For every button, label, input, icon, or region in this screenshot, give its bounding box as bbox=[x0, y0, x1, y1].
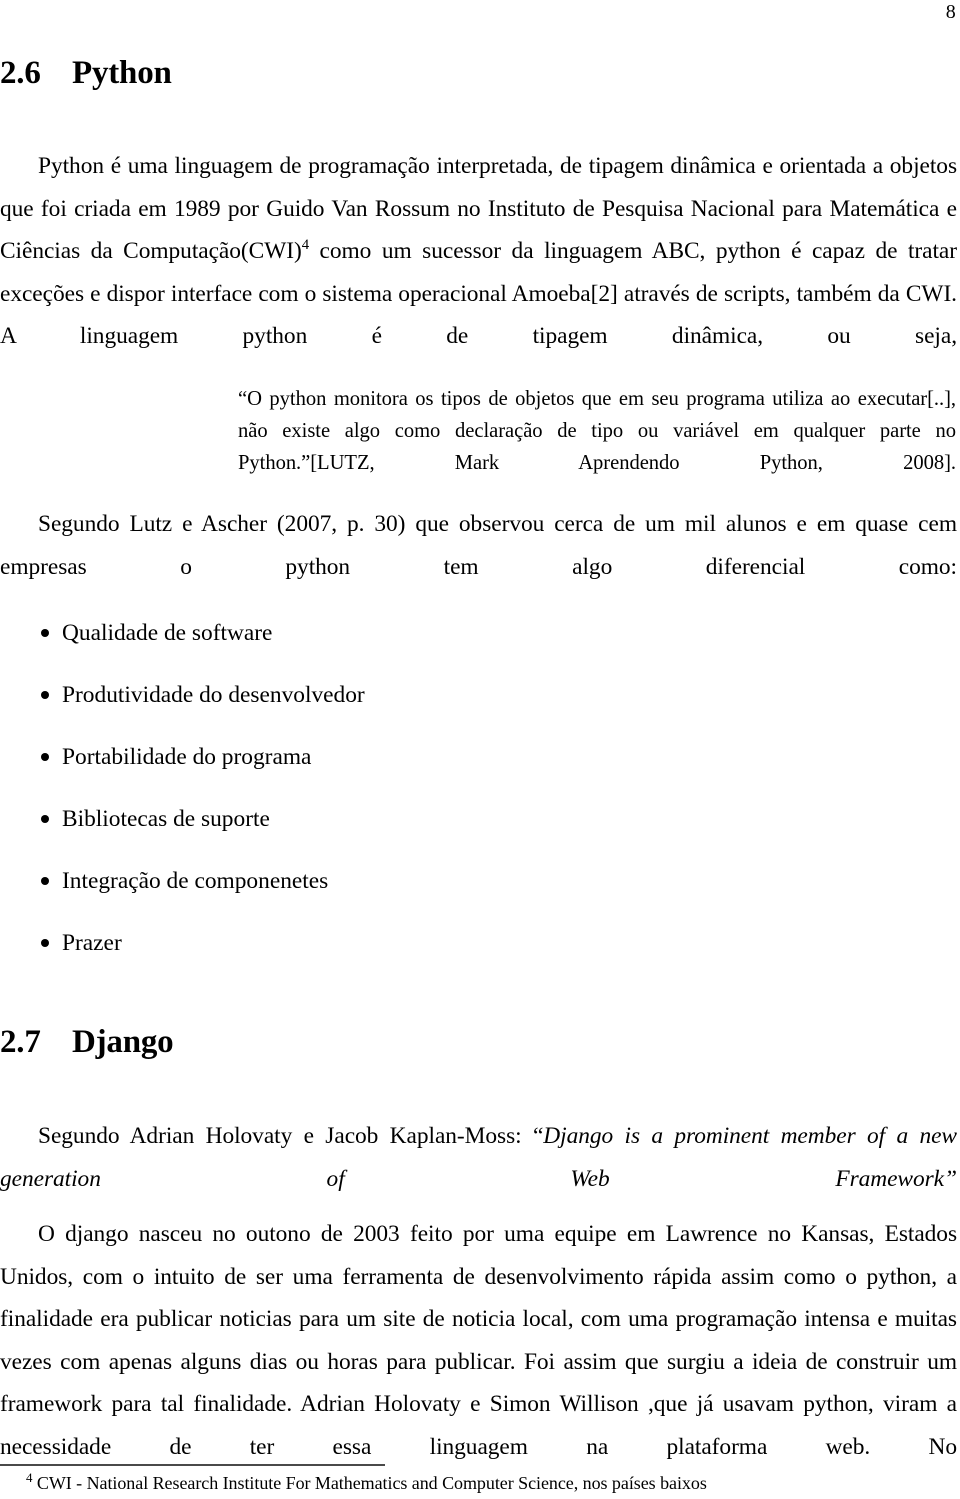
paragraph-django-body: O django nasceu no outono de 2003 feito … bbox=[0, 1221, 957, 1460]
paragraph-lutz-ascher: Segundo Lutz e Ascher (2007, p. 30) que … bbox=[0, 511, 957, 580]
list-item: Qualidade de software bbox=[0, 618, 700, 680]
page-number: 8 bbox=[945, 1, 956, 23]
django-quote-lead: Segundo Adrian Holovaty e Jacob Kaplan-M… bbox=[38, 1123, 544, 1149]
section-heading-python: 2.6 Python bbox=[0, 56, 172, 91]
section-number: 2.6 bbox=[0, 55, 41, 91]
section-title: Django bbox=[72, 1024, 174, 1060]
bullet-dot-icon bbox=[41, 691, 49, 699]
bullet-dot-icon bbox=[41, 815, 49, 823]
section-number: 2.7 bbox=[0, 1024, 41, 1060]
django-quote-close: ” bbox=[944, 1165, 957, 1192]
list-item-label: Prazer bbox=[62, 930, 122, 956]
bullet-dot-icon bbox=[41, 629, 49, 637]
footnote-4: 4 CWI - National Research Institute For … bbox=[26, 1470, 926, 1496]
paragraph-python-intro: Python é uma linguagem de programação in… bbox=[0, 145, 957, 400]
python-benefits-list: Qualidade de software Produtividade do d… bbox=[0, 618, 700, 990]
section-heading-django: 2.7 Django bbox=[0, 1024, 174, 1060]
bullet-dot-icon bbox=[41, 939, 49, 947]
list-item: Bibliotecas de suporte bbox=[0, 804, 700, 866]
list-item: Prazer bbox=[0, 928, 700, 990]
footnote-separator-rule bbox=[0, 1464, 385, 1466]
list-item: Portabilidade do programa bbox=[0, 742, 700, 804]
footnote-reference-4[interactable]: 4 bbox=[302, 237, 309, 253]
list-item: Integração de componenetes bbox=[0, 866, 700, 928]
list-item-label: Portabilidade do programa bbox=[62, 744, 312, 770]
bullet-dot-icon bbox=[41, 753, 49, 761]
blockquote-lutz: “O python monitora os tipos de objetos q… bbox=[238, 388, 956, 474]
bullet-dot-icon bbox=[41, 877, 49, 885]
list-item-label: Integração de componenetes bbox=[62, 868, 329, 894]
list-item: Produtividade do desenvolvedor bbox=[0, 680, 700, 742]
list-item-label: Bibliotecas de suporte bbox=[62, 806, 270, 832]
list-item-label: Produtividade do desenvolvedor bbox=[62, 682, 365, 708]
footnote-text: CWI - National Research Institute For Ma… bbox=[32, 1473, 707, 1493]
list-item-label: Qualidade de software bbox=[62, 620, 273, 646]
section-title: Python bbox=[72, 55, 172, 91]
document-page: 8 2.6 Python Python é uma linguagem de pr… bbox=[0, 0, 960, 1499]
